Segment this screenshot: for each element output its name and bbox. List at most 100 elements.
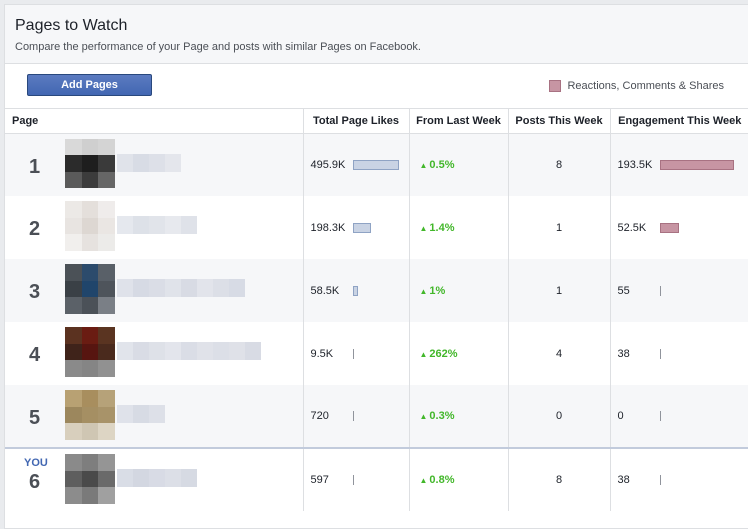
thumb-pixel	[65, 138, 82, 156]
page-cell[interactable]: 4	[5, 322, 304, 385]
page-avatar[interactable]	[65, 390, 115, 440]
name-pixel	[117, 279, 133, 297]
name-pixel	[229, 279, 245, 297]
page-name-blurred[interactable]	[117, 153, 181, 172]
name-pixel	[133, 405, 149, 423]
thumb-pixel	[81, 155, 99, 172]
posts-this-week-value: 1	[555, 284, 563, 297]
posts-this-week-value: 1	[555, 221, 563, 234]
likes-bar	[352, 348, 354, 359]
name-pixel	[149, 153, 165, 172]
engagement-this-week-cell: 193.5K	[610, 133, 748, 196]
total-page-likes-cell: 58.5K	[303, 259, 410, 322]
likes-bar	[352, 285, 359, 296]
thumb-pixel	[81, 343, 99, 361]
thumb-pixel	[65, 297, 82, 314]
name-pixel	[213, 342, 229, 360]
thumb-pixel	[98, 390, 115, 407]
name-pixel	[165, 279, 181, 297]
column-header-posts-this-week[interactable]: Posts This Week	[508, 109, 611, 134]
engagement-bar	[659, 222, 680, 233]
name-pixel	[181, 342, 197, 360]
column-header-engagement-this-week[interactable]: Engagement This Week	[610, 109, 748, 134]
thumb-pixel	[98, 360, 115, 377]
engagement-this-week-cell: 52.5K	[610, 196, 748, 259]
page-name-blurred[interactable]	[117, 405, 165, 423]
up-arrow-icon: ▲	[419, 476, 428, 485]
page-name-blurred[interactable]	[117, 216, 197, 234]
table-row[interactable]: 3 58.5K ▲ 1% 1 55	[5, 259, 748, 322]
engagement-bar	[659, 411, 661, 422]
table-row[interactable]: 2 198.3K ▲ 1.4% 1 52.5K	[5, 196, 748, 259]
name-pixel	[213, 279, 229, 297]
thumb-pixel	[98, 264, 115, 281]
likes-bar	[352, 159, 399, 170]
panel-header: Pages to Watch Compare the performance o…	[5, 5, 748, 64]
table-row[interactable]: 5 720 ▲ 0.3% 0 0	[5, 385, 748, 448]
column-header-page[interactable]: Page	[5, 109, 304, 134]
total-page-likes-value: 597	[310, 474, 329, 486]
engagement-this-week-value: 0	[617, 410, 624, 422]
thumb-pixel	[65, 406, 82, 424]
name-pixel	[133, 342, 149, 360]
panel-subtitle: Compare the performance of your Page and…	[15, 41, 421, 53]
likes-bar	[352, 411, 354, 422]
page-avatar[interactable]	[65, 201, 115, 251]
engagement-this-week-value: 38	[617, 347, 630, 360]
pages-to-watch-panel: Pages to Watch Compare the performance o…	[4, 4, 748, 529]
page-name-blurred[interactable]	[117, 469, 197, 487]
thumb-pixel	[81, 423, 99, 440]
page-cell[interactable]: 5	[5, 385, 304, 448]
total-page-likes-value: 495.9K	[310, 158, 346, 171]
posts-this-week-cell: 1	[508, 196, 611, 259]
engagement-this-week-value: 38	[617, 474, 630, 486]
from-last-week-cell: ▲ 262%	[409, 322, 509, 385]
up-arrow-icon: ▲	[419, 412, 428, 421]
name-pixel	[149, 405, 165, 423]
table-header-row: Page Total Page Likes From Last Week Pos…	[5, 109, 748, 134]
thumb-pixel	[98, 487, 115, 504]
thumb-pixel	[81, 280, 99, 298]
name-pixel	[149, 342, 165, 360]
name-pixel	[117, 342, 133, 360]
page-avatar[interactable]	[65, 454, 115, 504]
thumb-pixel	[81, 487, 99, 504]
table-row[interactable]: 4 9.5K ▲ 262% 4 38	[5, 322, 748, 385]
page-avatar[interactable]	[65, 327, 115, 377]
total-page-likes-value: 58.5K	[310, 284, 340, 297]
column-header-total-page-likes[interactable]: Total Page Likes	[303, 109, 410, 134]
toolbar: Add Pages Reactions, Comments & Shares	[5, 64, 748, 109]
table-row[interactable]: 1 495.9K ▲ 0.5% 8 193.5K	[5, 133, 748, 196]
name-pixel	[133, 279, 149, 297]
page-name-blurred[interactable]	[117, 279, 245, 297]
posts-this-week-cell: 8	[508, 133, 611, 196]
column-header-from-last-week[interactable]: From Last Week	[409, 109, 509, 134]
thumb-pixel	[65, 360, 82, 377]
page-avatar[interactable]	[65, 264, 115, 314]
page-avatar[interactable]	[65, 138, 115, 189]
posts-this-week-cell: 0	[508, 385, 611, 448]
thumb-pixel	[81, 297, 99, 314]
up-arrow-icon: ▲	[419, 223, 428, 233]
add-pages-button[interactable]: Add Pages	[27, 74, 152, 96]
thumb-pixel	[65, 343, 82, 361]
from-last-week-value: 1%	[429, 284, 446, 297]
rank-number: 4	[29, 344, 41, 366]
thumb-pixel	[81, 217, 99, 235]
total-page-likes-cell: 9.5K	[303, 322, 410, 385]
page-name-blurred[interactable]	[117, 342, 261, 360]
name-pixel	[133, 469, 149, 487]
total-page-likes-cell: 720	[303, 385, 410, 448]
page-cell[interactable]: YOU 6	[5, 447, 304, 511]
page-cell[interactable]: 1	[5, 133, 304, 196]
engagement-this-week-value: 52.5K	[617, 221, 647, 234]
thumb-pixel	[65, 423, 82, 440]
name-pixel	[165, 342, 181, 360]
from-last-week-value: 262%	[429, 347, 458, 360]
page-cell[interactable]: 2	[5, 196, 304, 259]
thumb-pixel	[98, 234, 115, 251]
from-last-week-value: 1.4%	[429, 221, 455, 234]
thumb-pixel	[98, 454, 115, 471]
page-cell[interactable]: 3	[5, 259, 304, 322]
table-row[interactable]: YOU 6 597 ▲ 0.8% 8 38	[5, 447, 748, 511]
